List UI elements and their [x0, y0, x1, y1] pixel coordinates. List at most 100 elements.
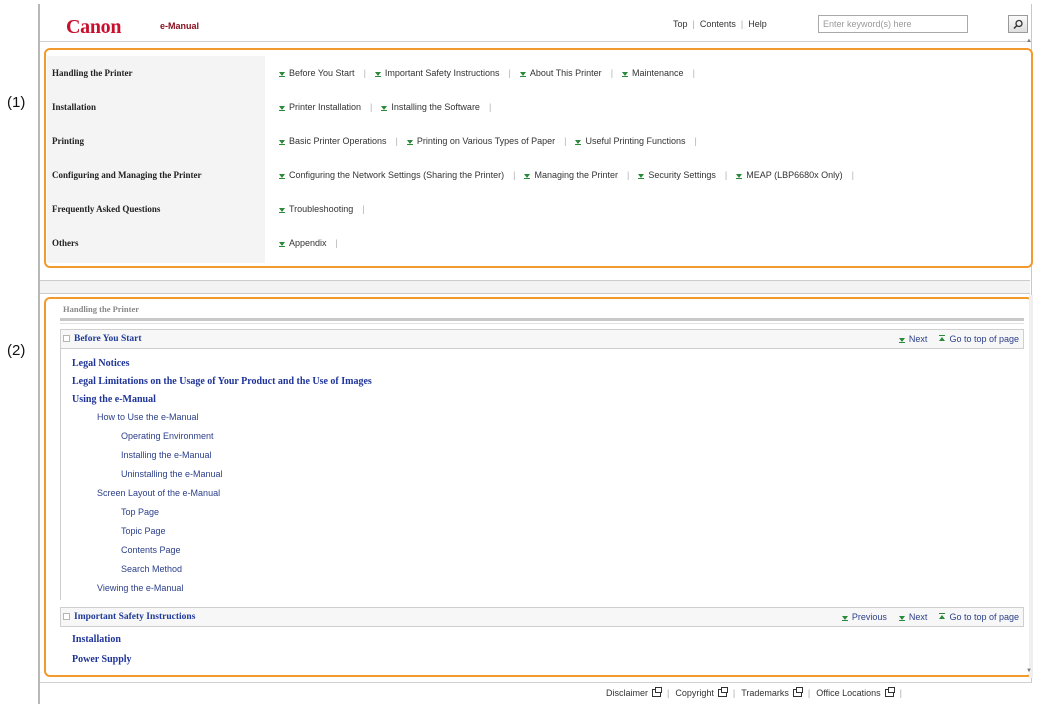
- link-label: About This Printer: [529, 68, 602, 78]
- down-arrow-icon: [519, 72, 526, 77]
- divider-bar: [40, 280, 1030, 294]
- toc-link[interactable]: Power Supply: [72, 654, 132, 665]
- previous-label: Previous: [851, 612, 887, 622]
- footer-link-label: Copyright: [675, 688, 714, 698]
- canon-logo[interactable]: Canon: [66, 16, 122, 39]
- link-label: Printer Installation: [289, 102, 362, 112]
- up-arrow-icon: [939, 613, 946, 619]
- category-navigation-table: Handling the Printer Before You Start | I…: [47, 56, 1023, 260]
- tree-line: [60, 344, 61, 600]
- nav-top-link[interactable]: Top: [668, 19, 693, 29]
- down-arrow-icon: [898, 338, 905, 343]
- scrollbar-track[interactable]: [1029, 295, 1033, 678]
- link-installing-software[interactable]: Installing the Software: [376, 102, 485, 112]
- down-arrow-icon: [898, 616, 905, 621]
- link-label: Configuring the Network Settings (Sharin…: [289, 170, 505, 180]
- toc-link[interactable]: Legal Limitations on the Usage of Your P…: [72, 376, 372, 387]
- link-important-safety[interactable]: Important Safety Instructions: [370, 68, 505, 78]
- link-label: Security Settings: [648, 170, 716, 180]
- external-window-icon: [792, 687, 803, 697]
- down-arrow-icon: [279, 106, 285, 111]
- footer-links: Disclaimer | Copyright | Trademarks | Offic…: [600, 687, 902, 698]
- toc-link[interactable]: Legal Notices: [72, 358, 130, 369]
- nav-row: Handling the Printer Before You Start | I…: [47, 56, 1023, 90]
- search-button[interactable]: [1008, 15, 1028, 33]
- nav-row: Frequently Asked Questions Troubleshooti…: [47, 192, 1023, 226]
- link-label: Appendix: [289, 238, 327, 248]
- search-icon: [1013, 19, 1023, 30]
- toc-link[interactable]: Search Method: [121, 564, 182, 574]
- toc-link[interactable]: Topic Page: [121, 526, 166, 536]
- go-to-top-label: Go to top of page: [949, 334, 1019, 344]
- down-arrow-icon: [406, 140, 413, 145]
- toc-link[interactable]: Using the e-Manual: [72, 394, 156, 405]
- link-managing-printer[interactable]: Managing the Printer: [519, 170, 623, 180]
- next-link[interactable]: Next: [898, 612, 927, 622]
- go-to-top-link[interactable]: Go to top of page: [939, 612, 1019, 622]
- office-locations-link[interactable]: Office Locations: [810, 687, 899, 698]
- collapse-toggle-icon[interactable]: [63, 335, 70, 342]
- callout-2-label: (2): [7, 342, 26, 359]
- trademarks-link[interactable]: Trademarks: [735, 687, 808, 698]
- nav-row: Printing Basic Printer Operations | Print…: [47, 124, 1023, 158]
- link-before-you-start[interactable]: Before You Start: [274, 68, 360, 78]
- down-arrow-icon: [279, 242, 285, 247]
- link-meap[interactable]: MEAP (LBP6680x Only): [731, 170, 847, 180]
- e-manual-subtitle: e-Manual: [160, 21, 200, 31]
- nav-help-link[interactable]: Help: [743, 19, 772, 29]
- link-troubleshooting[interactable]: Troubleshooting: [274, 204, 358, 214]
- toc-link[interactable]: Installing the e-Manual: [121, 450, 212, 460]
- toc-link[interactable]: Viewing the e-Manual: [97, 583, 183, 593]
- go-to-top-link[interactable]: Go to top of page: [939, 334, 1019, 344]
- toc-link[interactable]: Uninstalling the e-Manual: [121, 469, 223, 479]
- collapse-toggle-icon[interactable]: [63, 613, 70, 620]
- category-faq: Frequently Asked Questions: [52, 204, 161, 214]
- next-link[interactable]: Next: [898, 334, 927, 344]
- down-arrow-icon: [279, 140, 285, 145]
- section-rule: [60, 323, 1024, 324]
- toc-link[interactable]: Top Page: [121, 507, 159, 517]
- link-label: Before You Start: [289, 68, 355, 78]
- group-navigation: Next Go to top of page: [887, 334, 1019, 344]
- nav-row: Installation Printer Installation | Insta…: [47, 90, 1023, 124]
- go-to-top-label: Go to top of page: [949, 612, 1019, 622]
- footer-link-label: Trademarks: [741, 688, 789, 698]
- category-configuring-managing: Configuring and Managing the Printer: [52, 170, 202, 180]
- toc-link[interactable]: Screen Layout of the e-Manual: [97, 488, 220, 498]
- group-header-before-you-start: Before You Start Next Go to top of page: [60, 329, 1024, 349]
- category-printing: Printing: [52, 136, 85, 146]
- link-label: Useful Printing Functions: [585, 136, 686, 146]
- scroll-up-arrow-icon[interactable]: ▲: [1026, 38, 1032, 44]
- footer-link-label: Office Locations: [816, 688, 881, 698]
- scroll-down-arrow-icon[interactable]: ▼: [1026, 668, 1032, 674]
- link-basic-operations[interactable]: Basic Printer Operations: [274, 136, 392, 146]
- link-about-this-printer[interactable]: About This Printer: [515, 68, 607, 78]
- link-useful-functions[interactable]: Useful Printing Functions: [570, 136, 690, 146]
- down-arrow-icon: [279, 208, 285, 213]
- link-security-settings[interactable]: Security Settings: [633, 170, 721, 180]
- toc-link[interactable]: Contents Page: [121, 545, 181, 555]
- link-maintenance[interactable]: Maintenance: [617, 68, 689, 78]
- down-arrow-icon: [279, 174, 285, 179]
- group-header-important-safety: Important Safety Instructions Previous N…: [60, 607, 1024, 627]
- nav-row: Others Appendix |: [47, 226, 1023, 260]
- link-network-settings[interactable]: Configuring the Network Settings (Sharin…: [274, 170, 509, 180]
- link-printing-paper-types[interactable]: Printing on Various Types of Paper: [402, 136, 560, 146]
- external-window-icon: [652, 687, 663, 697]
- link-appendix[interactable]: Appendix: [274, 238, 332, 248]
- previous-link[interactable]: Previous: [841, 612, 887, 622]
- search-input[interactable]: Enter keyword(s) here: [818, 15, 968, 33]
- disclaimer-link[interactable]: Disclaimer: [600, 687, 667, 698]
- nav-contents-link[interactable]: Contents: [695, 19, 741, 29]
- copyright-link[interactable]: Copyright: [669, 687, 733, 698]
- footer-bar: Disclaimer | Copyright | Trademarks | Offic…: [40, 682, 1032, 704]
- toc-link[interactable]: Operating Environment: [121, 431, 214, 441]
- toc-link[interactable]: Installation: [72, 634, 121, 645]
- nav-row: Configuring and Managing the Printer Con…: [47, 158, 1023, 192]
- category-handling-the-printer: Handling the Printer: [52, 68, 133, 78]
- category-installation: Installation: [52, 102, 97, 112]
- link-printer-installation[interactable]: Printer Installation: [274, 102, 366, 112]
- down-arrow-icon: [638, 174, 645, 179]
- toc-link[interactable]: How to Use the e-Manual: [97, 412, 199, 422]
- group-title: Important Safety Instructions: [74, 612, 196, 622]
